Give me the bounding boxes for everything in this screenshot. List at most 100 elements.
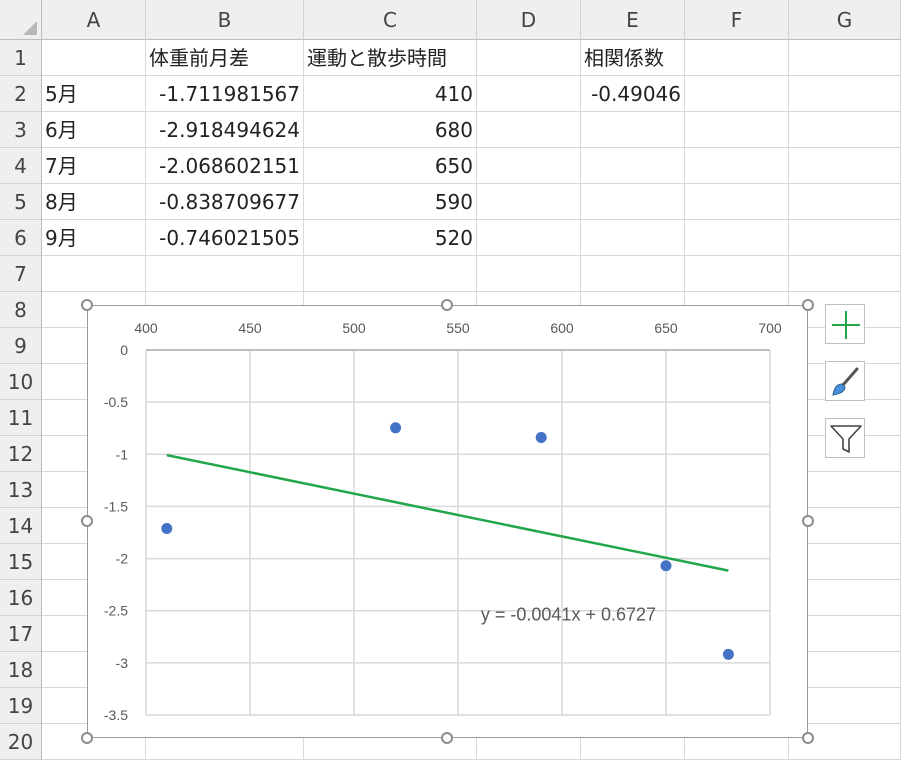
cell-c7[interactable] xyxy=(304,256,477,292)
resize-handle-bottom-left[interactable] xyxy=(81,732,93,744)
cell-e2[interactable]: -0.49046 xyxy=(581,76,685,112)
x-tick-label: 500 xyxy=(342,320,366,336)
chart-filters-button[interactable] xyxy=(825,418,865,458)
resize-handle-middle-right[interactable] xyxy=(802,515,814,527)
cell-d5[interactable] xyxy=(477,184,581,220)
cell-e1[interactable]: 相関係数 xyxy=(581,40,685,76)
cell-b7[interactable] xyxy=(146,256,304,292)
row-header-18[interactable]: 18 xyxy=(0,652,42,688)
cell-a7[interactable] xyxy=(42,256,146,292)
cell-c2[interactable]: 410 xyxy=(304,76,477,112)
cell-b5[interactable]: -0.838709677 xyxy=(146,184,304,220)
row-header-7[interactable]: 7 xyxy=(0,256,42,292)
cell-c5[interactable]: 590 xyxy=(304,184,477,220)
cell-g7[interactable] xyxy=(789,256,901,292)
cell-f5[interactable] xyxy=(685,184,789,220)
cell-c1[interactable]: 運動と散歩時間 xyxy=(304,40,477,76)
cell-g3[interactable] xyxy=(789,112,901,148)
cell-a3[interactable]: 6月 xyxy=(42,112,146,148)
funnel-icon xyxy=(830,425,862,453)
cell-g6[interactable] xyxy=(789,220,901,256)
row-header-6[interactable]: 6 xyxy=(0,220,42,256)
row-header-16[interactable]: 16 xyxy=(0,580,42,616)
row-header-2[interactable]: 2 xyxy=(0,76,42,112)
column-header-e[interactable]: E xyxy=(581,0,685,40)
cell-b4[interactable]: -2.068602151 xyxy=(146,148,304,184)
row-header-13[interactable]: 13 xyxy=(0,472,42,508)
chart-styles-button[interactable] xyxy=(825,361,865,401)
cell-d7[interactable] xyxy=(477,256,581,292)
cell-b6[interactable]: -0.746021505 xyxy=(146,220,304,256)
column-header-b[interactable]: B xyxy=(146,0,304,40)
cell-g5[interactable] xyxy=(789,184,901,220)
data-point xyxy=(722,648,734,660)
cell-b3[interactable]: -2.918494624 xyxy=(146,112,304,148)
row-header-10[interactable]: 10 xyxy=(0,364,42,400)
resize-handle-bottom-right[interactable] xyxy=(802,732,814,744)
row-header-11[interactable]: 11 xyxy=(0,400,42,436)
cell-e3[interactable] xyxy=(581,112,685,148)
cell-g2[interactable] xyxy=(789,76,901,112)
cell-e7[interactable] xyxy=(581,256,685,292)
row-header-9[interactable]: 9 xyxy=(0,328,42,364)
cell-e6[interactable] xyxy=(581,220,685,256)
cell-a1[interactable] xyxy=(42,40,146,76)
trendline-equation: y = -0.0041x + 0.6727 xyxy=(481,605,656,625)
cell-f6[interactable] xyxy=(685,220,789,256)
cell-e4[interactable] xyxy=(581,148,685,184)
row-header-14[interactable]: 14 xyxy=(0,508,42,544)
y-tick-label: -1 xyxy=(116,446,129,462)
row-header-8[interactable]: 8 xyxy=(0,292,42,328)
cell-f2[interactable] xyxy=(685,76,789,112)
row-header-5[interactable]: 5 xyxy=(0,184,42,220)
cell-c4[interactable]: 650 xyxy=(304,148,477,184)
cell-a6[interactable]: 9月 xyxy=(42,220,146,256)
cell-e5[interactable] xyxy=(581,184,685,220)
resize-handle-bottom-center[interactable] xyxy=(441,732,453,744)
column-header-c[interactable]: C xyxy=(304,0,477,40)
row-header-17[interactable]: 17 xyxy=(0,616,42,652)
cell-g4[interactable] xyxy=(789,148,901,184)
cell-f7[interactable] xyxy=(685,256,789,292)
column-header-a[interactable]: A xyxy=(42,0,146,40)
cell-d1[interactable] xyxy=(477,40,581,76)
cell-a4[interactable]: 7月 xyxy=(42,148,146,184)
column-header-g[interactable]: G xyxy=(789,0,901,40)
cell-f3[interactable] xyxy=(685,112,789,148)
row-header-3[interactable]: 3 xyxy=(0,112,42,148)
cell-b2[interactable]: -1.711981567 xyxy=(146,76,304,112)
resize-handle-top-right[interactable] xyxy=(802,299,814,311)
x-tick-label: 700 xyxy=(758,320,782,336)
select-all-corner[interactable] xyxy=(0,0,42,40)
y-tick-label: -0.5 xyxy=(104,394,128,410)
cell-d6[interactable] xyxy=(477,220,581,256)
cell-f4[interactable] xyxy=(685,148,789,184)
x-tick-label: 400 xyxy=(134,320,158,336)
resize-handle-top-center[interactable] xyxy=(441,299,453,311)
cell-d2[interactable] xyxy=(477,76,581,112)
cell-c6[interactable]: 520 xyxy=(304,220,477,256)
column-header-d[interactable]: D xyxy=(477,0,581,40)
resize-handle-top-left[interactable] xyxy=(81,299,93,311)
cell-c3[interactable]: 680 xyxy=(304,112,477,148)
cell-a2[interactable]: 5月 xyxy=(42,76,146,112)
row-header-12[interactable]: 12 xyxy=(0,436,42,472)
cell-d4[interactable] xyxy=(477,148,581,184)
scatter-chart[interactable]: 400 450 500 550 600 650 700 0 -0.5 -1 -1.5 -2 -2.5 -3… xyxy=(87,305,808,738)
x-tick-label: 550 xyxy=(446,320,470,336)
x-tick-label: 450 xyxy=(238,320,262,336)
row-header-1[interactable]: 1 xyxy=(0,40,42,76)
data-point xyxy=(161,523,173,535)
cell-b1[interactable]: 体重前月差 xyxy=(146,40,304,76)
column-header-f[interactable]: F xyxy=(685,0,789,40)
row-header-20[interactable]: 20 xyxy=(0,724,42,760)
cell-g1[interactable] xyxy=(789,40,901,76)
row-header-15[interactable]: 15 xyxy=(0,544,42,580)
row-header-19[interactable]: 19 xyxy=(0,688,42,724)
cell-d3[interactable] xyxy=(477,112,581,148)
resize-handle-middle-left[interactable] xyxy=(81,515,93,527)
chart-elements-button[interactable] xyxy=(825,304,865,344)
cell-f1[interactable] xyxy=(685,40,789,76)
row-header-4[interactable]: 4 xyxy=(0,148,42,184)
cell-a5[interactable]: 8月 xyxy=(42,184,146,220)
